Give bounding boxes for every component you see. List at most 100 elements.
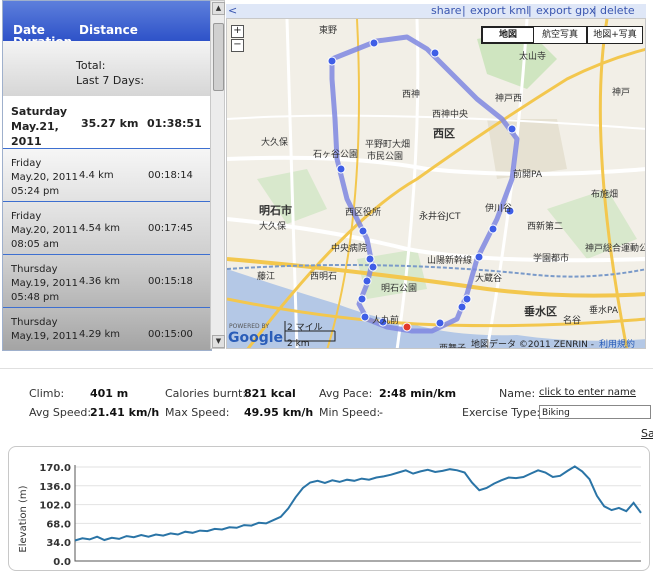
row-duration: 00:15:00	[148, 329, 193, 340]
separator: |	[528, 4, 532, 17]
export-kml-link[interactable]: export kml	[470, 4, 529, 17]
exercise-type-select[interactable]: Biking	[539, 405, 651, 419]
map-type-satellite[interactable]: 航空写真	[533, 26, 587, 44]
map-label: 神戸西	[495, 94, 523, 104]
elevation-chart-svg: Elevation (m) 170.0 136.0 102.0 68.0 34.0 0.0	[18, 463, 642, 568]
header-distance[interactable]: Distance	[79, 23, 138, 37]
elevation-chart: Elevation (m) 170.0 136.0 102.0 68.0 34.0 0.0	[8, 446, 650, 571]
map-label: 永井谷JCT	[419, 212, 461, 222]
map-label: 神戸総合運動公園	[585, 244, 645, 254]
map-label: 前開PA	[513, 170, 543, 180]
map-label: 神戸	[612, 88, 631, 98]
map-label: 市民公園	[367, 152, 404, 162]
climb-label: Climb:	[29, 387, 65, 400]
share-link[interactable]: share	[431, 4, 462, 17]
map-label: 山陽新幹線	[427, 256, 473, 266]
delete-link[interactable]: delete	[600, 4, 635, 17]
calories-value: 821 kcal	[244, 387, 296, 400]
collapse-list-button[interactable]: <	[228, 4, 237, 17]
map-label: 垂水区	[524, 305, 557, 318]
map-label: 大蔵谷	[475, 274, 503, 284]
row-date: May.19, 2011	[11, 278, 78, 289]
max-speed-label: Max Speed:	[165, 406, 230, 419]
min-speed-value: -	[379, 406, 383, 419]
avg-speed-value: 21.41 km/h	[90, 406, 160, 419]
map-label: 中央病院	[331, 244, 368, 254]
terms-link[interactable]: 利用規約	[599, 337, 635, 348]
map-label: 西区	[433, 127, 455, 140]
map-label: 人丸前	[372, 316, 400, 326]
last7-label: Last 7 Days:	[76, 74, 145, 87]
enter-name-link[interactable]: click to enter name	[539, 387, 636, 398]
avg-pace-label: Avg Pace:	[319, 387, 373, 400]
row-year: 2011	[11, 135, 42, 148]
row-distance: 4.36 km	[79, 276, 120, 287]
row-time: 05:24 pm	[11, 186, 60, 197]
min-speed-label: Min Speed:	[319, 406, 381, 419]
workout-row[interactable]: Friday May.20, 2011 08:05 am 4.54 km 00:…	[3, 202, 211, 255]
save-link[interactable]: Sa	[641, 427, 653, 440]
map-copyright: 地図データ ©2011 ZENRIN -	[471, 340, 594, 349]
map-label: 西区役所	[345, 208, 382, 218]
map-label: 西明石	[310, 272, 338, 282]
y-tick-label: 34.0	[46, 538, 71, 549]
map-canvas	[227, 19, 645, 348]
workout-row-selected[interactable]: Saturday May.21, 2011 35.27 km 01:38:51	[3, 96, 211, 149]
avg-pace-value: 2:48 min/km	[379, 387, 457, 400]
powered-by-label: POWERED BY	[229, 323, 270, 330]
map-type-hybrid[interactable]: 地図+写真	[587, 26, 643, 44]
map-label: 学園都市	[533, 254, 570, 264]
map-label: 西神	[402, 90, 421, 100]
y-tick-label: 102.0	[39, 501, 71, 512]
row-date: May.20, 2011	[11, 172, 78, 183]
separator: |	[462, 4, 466, 17]
map-label: 石ヶ谷公園	[313, 150, 359, 160]
row-distance: 35.27 km	[81, 117, 139, 130]
row-duration: 00:18:14	[148, 170, 193, 181]
y-tick-label: 136.0	[39, 482, 71, 493]
row-day: Thursday	[11, 264, 58, 275]
separator: |	[593, 4, 597, 17]
map-type-map[interactable]: 地図	[481, 26, 535, 44]
map-label: 藤江	[257, 272, 276, 282]
row-duration: 01:38:51	[147, 117, 202, 130]
row-date: May.19, 2011	[11, 331, 78, 342]
row-date: May.20, 2011	[11, 225, 78, 236]
workout-row[interactable]: Friday May.20, 2011 05:24 pm 4.4 km 00:1…	[3, 149, 211, 202]
row-day: Saturday	[11, 105, 67, 118]
row-date: May.21,	[11, 120, 59, 133]
exercise-type-label: Exercise Type:	[462, 406, 541, 419]
climb-value: 401 m	[90, 387, 129, 400]
scroll-down-icon[interactable]: ▼	[212, 335, 225, 348]
y-tick-label: 0.0	[53, 557, 71, 568]
row-time: 08:05 am	[11, 239, 59, 250]
y-tick-label: 68.0	[46, 519, 71, 530]
map-label: 大久保	[261, 138, 289, 148]
map-label: 布施畑	[591, 190, 619, 200]
zoom-in-button[interactable]: +	[231, 25, 244, 38]
calories-label: Calories burnt:	[165, 387, 247, 400]
row-distance: 4.54 km	[79, 223, 120, 234]
map-label: 東野	[319, 26, 338, 36]
scroll-up-icon[interactable]: ▲	[212, 2, 225, 15]
list-scrollbar[interactable]: ▲ ▼	[210, 0, 225, 349]
workout-stats: Climb: 401 m Calories burnt: 821 kcal Av…	[0, 368, 653, 440]
action-bar: < share | export kml | export gpx | dele…	[226, 4, 646, 18]
map-label: 明石市	[259, 204, 292, 217]
route-map[interactable]: + − 地図 航空写真 地図+写真 明石市 西区 垂水区 大久保 大久保 西明石…	[226, 18, 646, 349]
workout-row[interactable]: Thursday May.19, 2011 05:48 pm 4.36 km 0…	[3, 255, 211, 308]
zoom-out-button[interactable]: −	[231, 39, 244, 52]
row-day: Friday	[11, 211, 42, 222]
map-label: 西神中央	[432, 110, 469, 120]
scroll-thumb[interactable]	[213, 23, 224, 91]
export-gpx-link[interactable]: export gpx	[536, 4, 596, 17]
row-duration: 00:15:18	[148, 276, 193, 287]
y-tick-label: 170.0	[39, 463, 71, 474]
map-label: 西舞子	[439, 344, 467, 349]
workout-row[interactable]: Thursday May.19, 2011 4.29 km 00:15:00	[3, 308, 211, 350]
y-axis-label: Elevation (m)	[18, 485, 29, 552]
list-header: Date Duration Distance	[3, 1, 211, 49]
name-label: Name:	[499, 387, 536, 400]
row-day: Friday	[11, 158, 42, 169]
google-logo[interactable]: Google	[228, 330, 283, 346]
